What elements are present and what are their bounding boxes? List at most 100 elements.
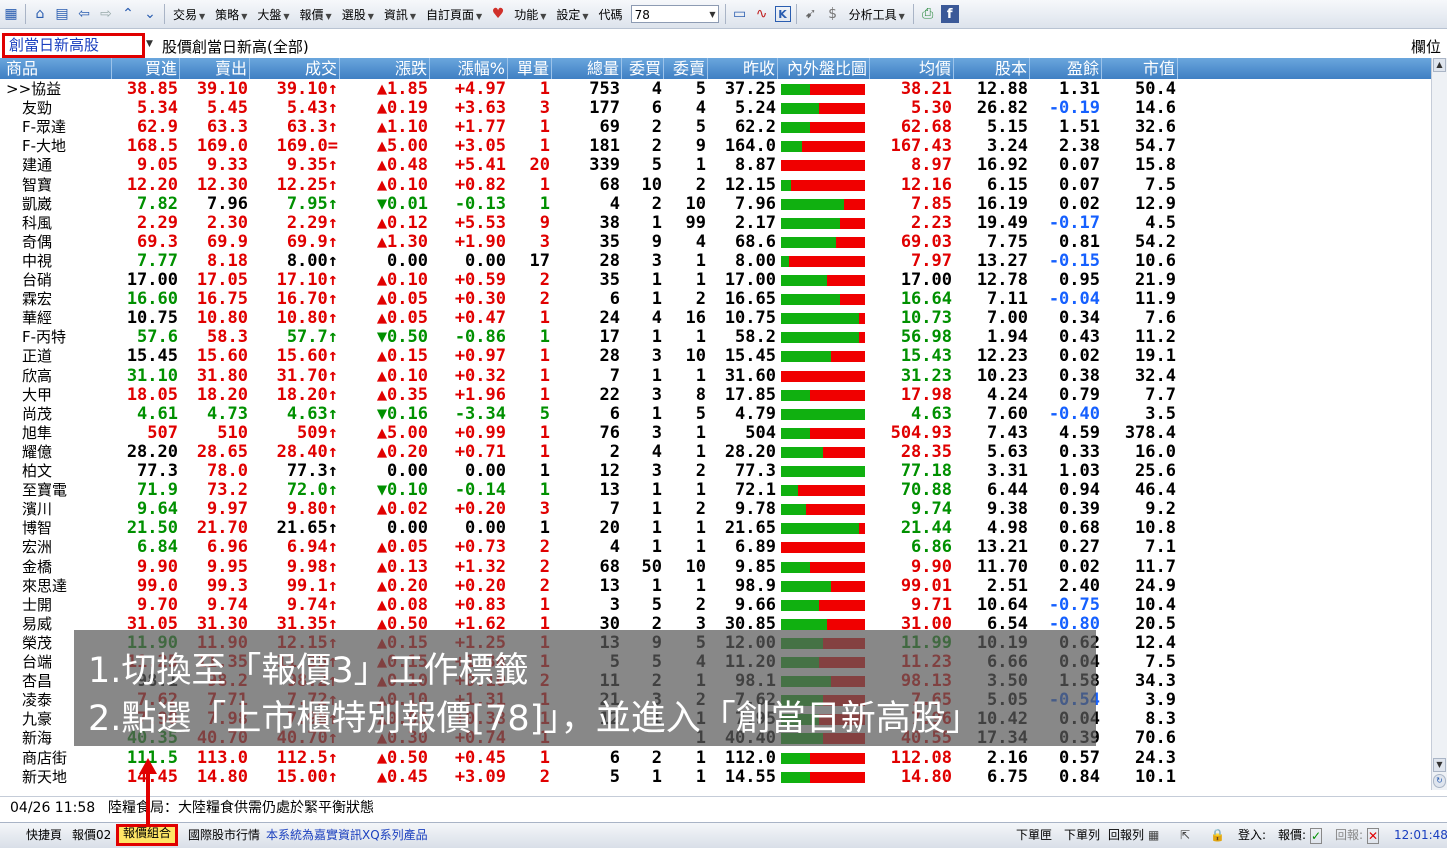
tab-shortcut[interactable]: 快捷頁: [26, 826, 62, 844]
lock-icon[interactable]: 🔒: [1210, 826, 1225, 844]
scroll-down-icon[interactable]: ⌄: [141, 5, 159, 23]
table-row[interactable]: F-丙特 57.6 58.3 57.7↑ ▼0.50 -0.86 1 17 1 1 58.2 56.9…: [0, 328, 1431, 347]
table-row[interactable]: F-眾達 62.9 63.3 63.3↑ ▲1.10 +1.77 1 69 2 5 62.2 62.6…: [0, 118, 1431, 137]
order-bar-button[interactable]: 下單列: [1064, 826, 1100, 844]
table-row[interactable]: 中視 7.77 8.18 8.00↑ 0.00 0.00 17 28 3 1 8.00 7.97 13.…: [0, 251, 1431, 271]
line-chart-icon[interactable]: ∿: [753, 5, 771, 23]
home-icon[interactable]: ⌂: [31, 5, 49, 23]
columns-button[interactable]: 欄位: [1411, 36, 1441, 57]
printer-icon[interactable]: ⎙: [919, 5, 937, 23]
table-row[interactable]: 金橋 9.90 9.95 9.98↑ ▲0.13 +1.32 2 68 50 10 9.85 9.90…: [0, 557, 1431, 577]
refresh-icon[interactable]: ↻: [1433, 774, 1446, 788]
table-row[interactable]: 凱崴 7.82 7.96 7.95↑ ▼0.01 -0.13 1 4 2 10 7.96 7.85 16…: [0, 194, 1431, 214]
table-row[interactable]: 科風 2.29 2.30 2.29↑ ▲0.12 +5.53 9 38 1 99 2.17 2.23 1…: [0, 213, 1431, 233]
column-header-bid[interactable]: 委買: [622, 58, 664, 79]
facebook-icon[interactable]: f: [940, 5, 959, 23]
news-ticker[interactable]: 04/26 11:58 陸糧食局：大陸糧食供需仍處於緊平衡狀態: [0, 796, 1447, 819]
table-row[interactable]: 正道 15.45 15.60 15.60↑ ▲0.15 +0.97 1 28 3 10 15.45 1…: [0, 347, 1431, 366]
menu-screener[interactable]: 選股 ▼: [340, 6, 376, 23]
scroll-up-icon[interactable]: ⌃: [119, 5, 137, 23]
table-row[interactable]: F-大地 168.5 169.0 169.0= ▲5.00 +3.05 1 181 2 9 164.…: [0, 137, 1431, 156]
column-header-ask[interactable]: 委賣: [664, 58, 708, 79]
column-header-vol[interactable]: 單量: [508, 58, 552, 79]
cell-chg: 0.00: [387, 518, 428, 539]
cell-buy: 12.20: [126, 174, 178, 195]
menu-settings[interactable]: 設定 ▼: [554, 6, 590, 23]
column-header-pct[interactable]: 漲幅%: [430, 58, 508, 79]
table-row[interactable]: 宏洲 6.84 6.96 6.94↑ ▲0.05 +0.73 2 4 1 1 6.89 6.86 13.…: [0, 538, 1431, 557]
tab-quote02[interactable]: 報價02: [72, 826, 111, 844]
table-row[interactable]: 商店街 111.5 113.0 112.5↑ ▲0.50 +0.45 1 6 2 1 112.0 11…: [0, 748, 1431, 768]
cell-avg: 38.21: [900, 79, 952, 99]
expand-icon[interactable]: ⇱: [1180, 826, 1190, 844]
tab-intl-markets[interactable]: 國際股市行情: [188, 826, 260, 844]
table-row[interactable]: 智寶 12.20 12.30 12.25↑ ▲0.10 +0.82 1 68 10 2 12.15 1…: [0, 174, 1431, 195]
menu-custom-page[interactable]: 自訂頁面 ▼: [424, 6, 484, 23]
table-row[interactable]: 至寶電 71.9 73.2 72.0↑ ▼0.10 -0.14 1 13 1 1 72.1 70.88…: [0, 481, 1431, 500]
k-chart-icon[interactable]: K: [774, 6, 791, 22]
chart-window-icon[interactable]: ▭: [731, 5, 749, 23]
table-row[interactable]: 友勁 5.34 5.45 5.43↑ ▲0.19 +3.63 3 177 6 4 5.24 5.30 2…: [0, 99, 1431, 118]
report-bar-button[interactable]: 回報列: [1108, 826, 1144, 844]
favorite-icon[interactable]: ♥: [489, 5, 507, 23]
table-row[interactable]: 來思達 99.0 99.3 99.1↑ ▲0.20 +0.20 2 13 1 1 98.9 99.01…: [0, 576, 1431, 596]
menu-function[interactable]: 功能 ▼: [512, 6, 548, 23]
cursor-icon[interactable]: ➹: [802, 5, 820, 23]
document-icon[interactable]: ▤: [53, 5, 71, 23]
cell-ask: 1: [695, 422, 706, 443]
table-row[interactable]: 欣高 31.10 31.80 31.70↑ ▲0.10 +0.32 1 7 1 1 31.60 31.…: [0, 366, 1431, 386]
vertical-scrollbar[interactable]: ▲ ▼ ↻: [1431, 58, 1447, 790]
menu-analysis-tools[interactable]: 分析工具 ▼: [847, 6, 907, 23]
table-row[interactable]: >>協益 38.85 39.10 39.10↑ ▲1.85 +4.97 1 753 4 5 37.2…: [0, 80, 1431, 99]
table-row[interactable]: 耀億 28.20 28.65 28.40↑ ▲0.20 +0.71 1 2 4 1 28.20 28.…: [0, 442, 1431, 462]
back-arrow-icon[interactable]: ⇦: [75, 5, 93, 23]
table-row[interactable]: 士開 9.70 9.74 9.74↑ ▲0.08 +0.83 1 3 5 2 9.66 9.71 10.…: [0, 595, 1431, 615]
tab-quote-combo[interactable]: 報價組合: [116, 824, 179, 846]
code-input[interactable]: 78 ▼: [630, 5, 719, 23]
cell-sell: 14.80: [196, 766, 248, 787]
column-header-total[interactable]: 總量: [552, 58, 622, 79]
column-header-sell[interactable]: 賣出: [180, 58, 250, 79]
column-header-chg[interactable]: 漲跌: [340, 58, 430, 79]
column-header-name[interactable]: 商品: [0, 58, 112, 79]
column-header-eps[interactable]: 盈餘: [1030, 58, 1102, 79]
cell-eps: 0.27: [1059, 537, 1100, 558]
column-header-prev[interactable]: 昨收: [708, 58, 778, 79]
column-header-avg[interactable]: 均價: [870, 58, 954, 79]
column-header-deal[interactable]: 成交: [250, 58, 340, 79]
menu-trade[interactable]: 交易 ▼: [171, 6, 207, 23]
table-row[interactable]: 博智 21.50 21.70 21.65↑ 0.00 0.00 1 20 1 1 21.65 21.4…: [0, 519, 1431, 538]
cell-cap: 1.94: [987, 327, 1028, 348]
scroll-down-button[interactable]: ▼: [1433, 758, 1446, 772]
table-row[interactable]: 奇偶 69.3 69.9 69.9↑ ▲1.30 +1.90 3 35 9 4 68.6 69.03 7…: [0, 232, 1431, 252]
column-header-inner[interactable]: 內外盤比圖: [778, 58, 870, 79]
toolbar-divider: [724, 4, 726, 24]
menu-strategy[interactable]: 策略 ▼: [213, 6, 249, 23]
menu-market[interactable]: 大盤 ▼: [255, 6, 291, 23]
chevron-down-icon[interactable]: ▼: [146, 39, 153, 49]
table-row[interactable]: 濱川 9.64 9.97 9.80↑ ▲0.02 +0.20 3 7 1 2 9.78 9.74 9.3…: [0, 500, 1431, 519]
table-row[interactable]: 柏文 77.3 78.0 77.3↑ 0.00 0.00 1 12 3 2 77.3 77.18 3.3…: [0, 462, 1431, 481]
table-row[interactable]: 霖宏 16.60 16.75 16.70↑ ▲0.05 +0.30 2 6 1 2 16.65 16.…: [0, 290, 1431, 309]
order-box-button[interactable]: 下單匣: [1016, 826, 1052, 844]
table-row[interactable]: 尚茂 4.61 4.73 4.63↑ ▼0.16 -3.34 5 6 1 5 4.79 4.63 7.6…: [0, 404, 1431, 424]
cell-sell: 9.97: [207, 499, 248, 520]
table-row[interactable]: 旭隼 507 510 509↑ ▲5.00 +0.99 1 76 3 1 504 504.93 7.43…: [0, 422, 1431, 443]
cell-avg: 77.18: [900, 461, 952, 481]
forward-arrow-icon[interactable]: ⇨: [97, 5, 115, 23]
table-icon[interactable]: ▦: [1148, 826, 1159, 844]
column-header-cap[interactable]: 股本: [954, 58, 1030, 79]
column-header-buy[interactable]: 買進: [112, 58, 180, 79]
menu-info[interactable]: 資訊 ▼: [382, 6, 418, 23]
table-row[interactable]: 大甲 18.05 18.20 18.20↑ ▲0.35 +1.96 1 22 3 8 17.85 17…: [0, 385, 1431, 405]
scroll-up-button[interactable]: ▲: [1433, 58, 1446, 72]
table-row[interactable]: 華經 10.75 10.80 10.80↑ ▲0.05 +0.47 1 24 4 16 10.75 1…: [0, 309, 1431, 328]
table-row[interactable]: 建通 9.05 9.33 9.35↑ ▲0.48 +5.41 20 339 5 1 8.87 8.97…: [0, 156, 1431, 175]
dollar-icon[interactable]: $: [824, 5, 842, 23]
group-dropdown[interactable]: 創當日新高股: [2, 33, 145, 58]
table-row[interactable]: 台硝 17.00 17.05 17.10↑ ▲0.10 +0.59 2 35 1 1 17.00 17…: [0, 271, 1431, 290]
column-header-mkt[interactable]: 市值: [1102, 58, 1178, 79]
menu-quote[interactable]: 報價 ▼: [298, 6, 334, 23]
app-grid-icon[interactable]: ▦: [2, 5, 20, 23]
table-row[interactable]: 新天地 14.45 14.80 15.00↑ ▲0.45 +3.09 2 5 1 1 14.55 14…: [0, 766, 1431, 787]
